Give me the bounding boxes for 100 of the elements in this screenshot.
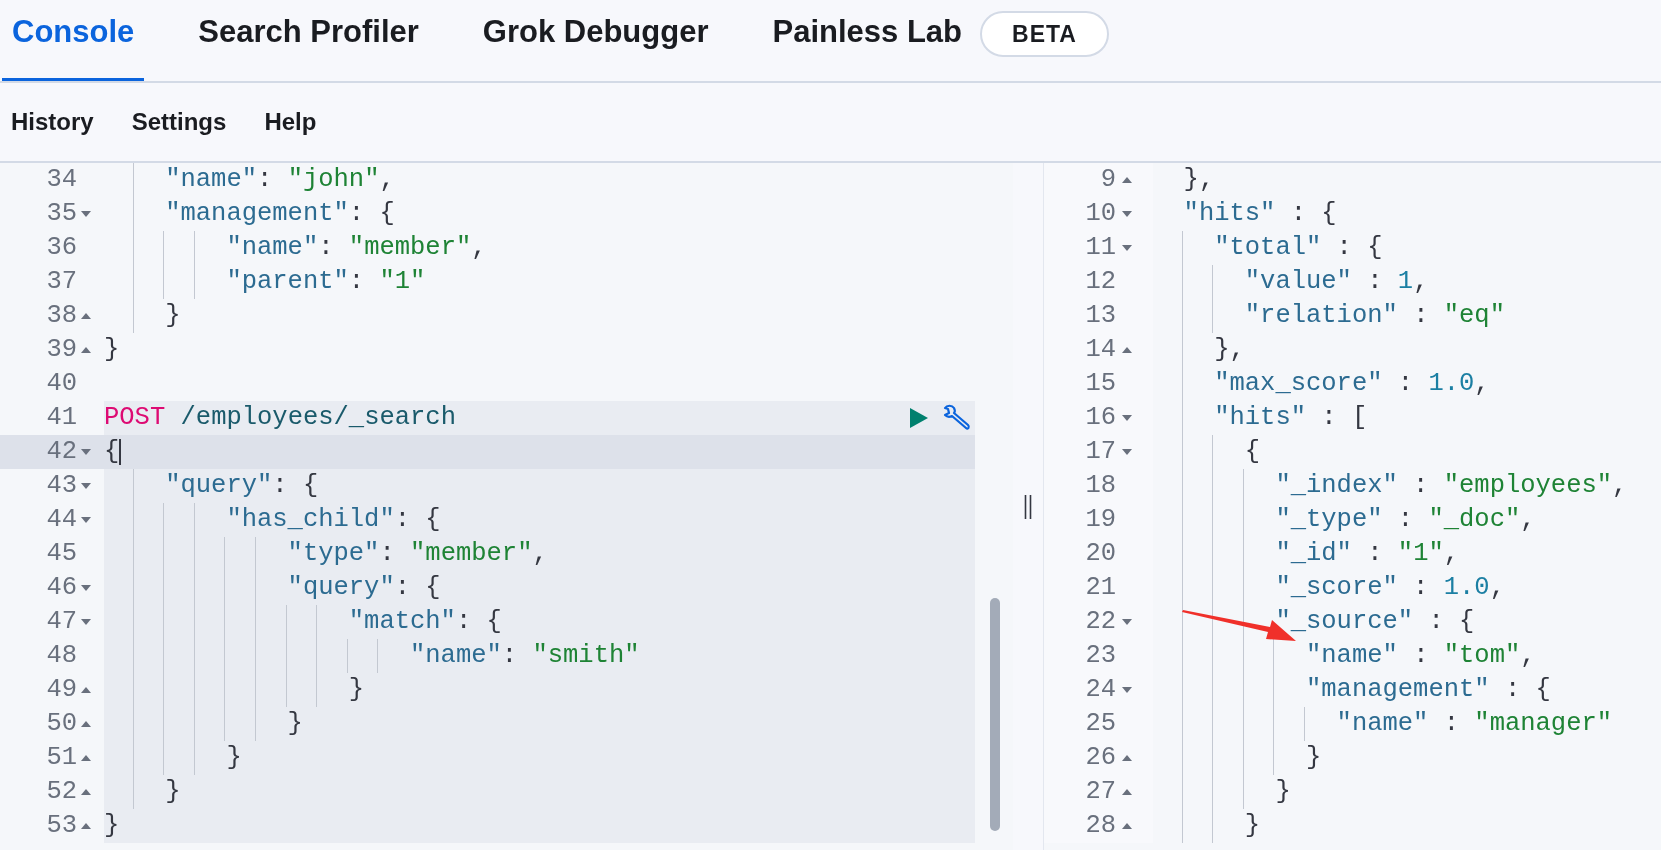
fold-arrow-up-icon[interactable] [81,789,91,795]
line-number: 11 [1084,232,1116,264]
line-number: 23 [1084,640,1116,672]
line-number: 22 [1084,606,1116,638]
fold-arrow-up-icon[interactable] [81,721,91,727]
code-line: }, [1214,334,1245,366]
fold-arrow-down-icon[interactable] [81,483,91,489]
code-line: "name" : "tom", [1306,640,1536,672]
line-number: 9 [1099,164,1116,196]
code-line: "hits" : [ [1214,402,1368,434]
line-number: 38 [45,300,77,332]
line-number: 46 [45,572,77,604]
fold-arrow-down-icon[interactable] [81,619,91,625]
tab[interactable]: Painless Lab [762,0,973,81]
fold-arrow-up-icon[interactable] [1122,789,1132,795]
line-number: 34 [45,164,77,196]
line-number: 42 [45,436,77,468]
code-line: }, [1183,164,1215,196]
fold-arrow-up-icon[interactable] [1122,823,1132,829]
code-line: "_score" : 1.0, [1275,572,1505,604]
code-line: "max_score" : 1.0, [1214,368,1490,400]
line-number: 24 [1084,674,1116,706]
tab[interactable]: Console [2,0,145,81]
tab[interactable]: Grok Debugger [472,0,719,81]
line-number: 16 [1084,402,1116,434]
beta-badge: BETA [980,11,1110,57]
scrollbar-thumb[interactable] [990,598,1000,831]
line-number: 12 [1084,266,1116,298]
code-line: } [104,334,120,366]
line-number: 50 [45,708,77,740]
line-number: 18 [1084,470,1116,502]
fold-arrow-down-icon[interactable] [81,449,91,455]
code-line: "value" : 1, [1244,266,1429,298]
line-number: 48 [45,640,77,672]
line-number: 47 [45,606,77,638]
fold-arrow-up-icon[interactable] [81,687,91,693]
text-cursor [119,439,122,465]
line-number: 36 [45,232,77,264]
line-number: 52 [45,776,77,808]
fold-arrow-up-icon[interactable] [81,755,91,761]
fold-arrow-down-icon[interactable] [81,211,91,217]
line-number: 53 [45,810,77,842]
code-line: "query": { [165,470,319,502]
code-line: } [348,674,365,706]
request-line: POST /employees/_search [104,402,456,434]
line-number: 37 [45,266,77,298]
code-line: { [1244,436,1261,468]
line-number: 10 [1084,198,1116,230]
wrench-icon[interactable] [941,403,973,433]
tab[interactable]: Search Profiler [188,0,429,81]
code-line: "relation" : "eq" [1244,300,1505,332]
line-number: 35 [45,198,77,230]
resize-handle-icon[interactable] [1024,494,1032,519]
line-number: 25 [1084,708,1116,740]
code-line: "_index" : "employees", [1275,470,1628,502]
fold-arrow-up-icon[interactable] [1122,177,1132,183]
code-line: "type": "member", [287,538,548,570]
fold-arrow-down-icon[interactable] [1122,211,1132,217]
code-line: "management": { [165,198,395,230]
fold-arrow-up-icon[interactable] [81,313,91,319]
play-icon[interactable] [909,407,929,429]
code-line: "_id" : "1", [1275,538,1460,570]
line-number: 13 [1084,300,1116,332]
code-line: "query": { [287,572,441,604]
fold-arrow-down-icon[interactable] [1122,245,1132,251]
toolbar-link[interactable]: History [11,104,94,140]
fold-arrow-down-icon[interactable] [81,517,91,523]
code-line: "has_child": { [226,504,441,536]
code-line: "hits" : { [1183,198,1337,230]
code-line: "_source" : { [1275,606,1475,638]
fold-arrow-up-icon[interactable] [1122,755,1132,761]
fold-arrow-up-icon[interactable] [81,347,91,353]
code-line: } [104,810,120,842]
fold-arrow-up-icon[interactable] [1122,347,1132,353]
code-line: { [104,436,120,468]
code-line: "name": "john", [165,164,395,196]
code-line: "match": { [348,606,502,638]
fold-arrow-down-icon[interactable] [1122,449,1132,455]
line-number: 28 [1084,810,1116,842]
code-line: "parent": "1" [226,266,426,298]
line-number: 43 [45,470,77,502]
line-number: 27 [1084,776,1116,808]
fold-arrow-up-icon[interactable] [81,823,91,829]
line-number: 26 [1084,742,1116,774]
code-line: "name" : "manager" [1336,708,1613,740]
line-number: 21 [1084,572,1116,604]
line-number: 44 [45,504,77,536]
fold-arrow-down-icon[interactable] [1122,687,1132,693]
toolbar-link[interactable]: Help [264,104,317,140]
fold-arrow-down-icon[interactable] [81,585,91,591]
code-line: } [287,708,303,740]
code-line: } [165,300,181,332]
fold-arrow-down-icon[interactable] [1122,619,1132,625]
code-line: } [1275,776,1291,808]
line-number: 20 [1084,538,1116,570]
toolbar-link[interactable]: Settings [131,104,227,140]
fold-arrow-down-icon[interactable] [1122,415,1132,421]
line-number: 40 [45,368,77,400]
code-line: } [165,776,181,808]
line-number: 41 [45,402,77,434]
